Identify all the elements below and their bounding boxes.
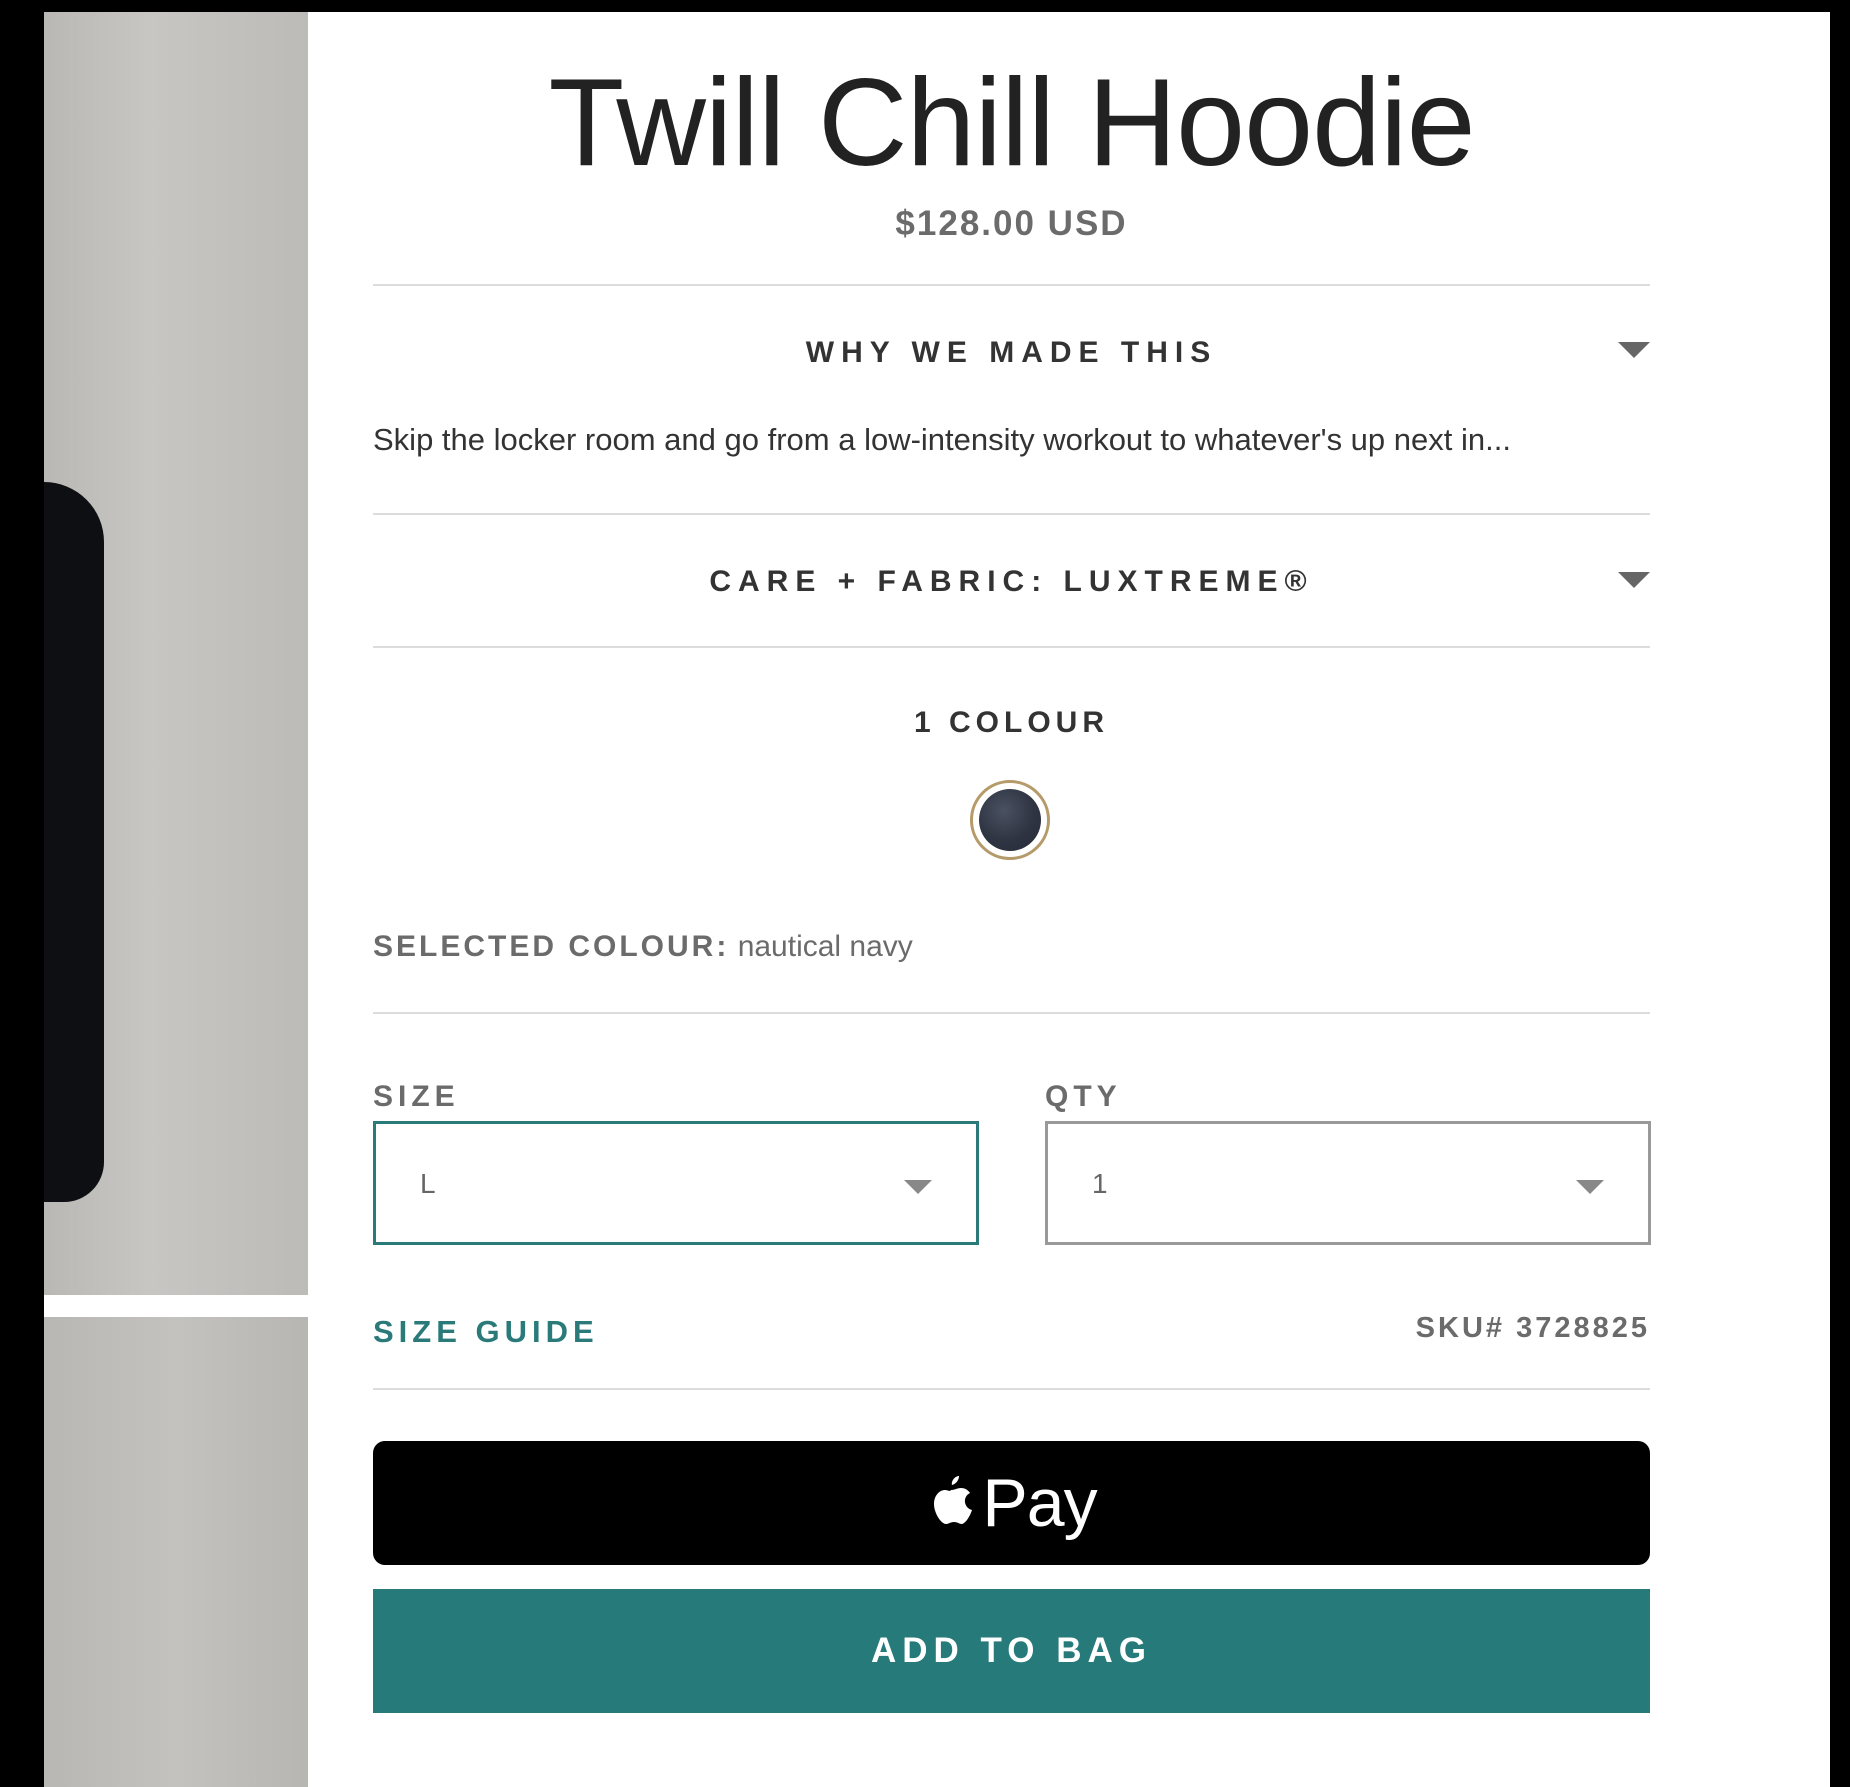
accordion-title[interactable]: CARE + FABRIC: LUXTREME® [373, 565, 1650, 599]
size-select[interactable]: L [373, 1121, 979, 1245]
product-title: Twill Chill Hoodie [548, 54, 1475, 192]
apple-pay-button[interactable]: Pay [373, 1441, 1650, 1565]
qty-select[interactable]: 1 [1045, 1121, 1651, 1245]
add-to-bag-button[interactable]: ADD TO BAG [373, 1589, 1650, 1713]
size-label: SIZE [373, 1080, 460, 1113]
swatch-fill [979, 789, 1041, 851]
model-silhouette [44, 482, 104, 1202]
selected-colour: SELECTED COLOUR: nautical navy [373, 930, 913, 964]
colour-count: 1 COLOUR [913, 706, 1109, 739]
accordion-description: Skip the locker room and go from a low-i… [373, 422, 1511, 457]
divider [373, 1012, 1650, 1014]
colour-swatch-nautical-navy[interactable] [970, 780, 1050, 860]
product-details-panel: Twill Chill Hoodie $128.00 USD WHY WE MA… [308, 12, 1830, 1787]
image-gap [44, 1295, 308, 1317]
chevron-down-icon[interactable] [1618, 342, 1650, 358]
qty-value: 1 [1092, 1168, 1108, 1199]
sku-number: SKU# 3728825 [1415, 1312, 1650, 1344]
apple-logo-icon [934, 1476, 973, 1524]
chevron-down-icon[interactable] [1618, 572, 1650, 588]
apple-pay-label: Pay [982, 1465, 1097, 1541]
divider [373, 1388, 1650, 1390]
product-image-main[interactable] [44, 12, 308, 1295]
chevron-down-icon [904, 1180, 932, 1194]
chevron-down-icon [1576, 1180, 1604, 1194]
divider [373, 513, 1650, 515]
divider [373, 284, 1650, 286]
product-price: $128.00 USD [895, 204, 1128, 243]
size-value: L [420, 1168, 436, 1199]
divider [373, 646, 1650, 648]
size-guide-link[interactable]: SIZE GUIDE [373, 1314, 599, 1350]
selected-colour-label: SELECTED COLOUR: [373, 930, 730, 963]
qty-label: QTY [1045, 1080, 1122, 1113]
accordion-title[interactable]: WHY WE MADE THIS [373, 336, 1650, 370]
selected-colour-value: nautical navy [737, 930, 913, 963]
product-image-thumbnail[interactable] [44, 1317, 308, 1787]
